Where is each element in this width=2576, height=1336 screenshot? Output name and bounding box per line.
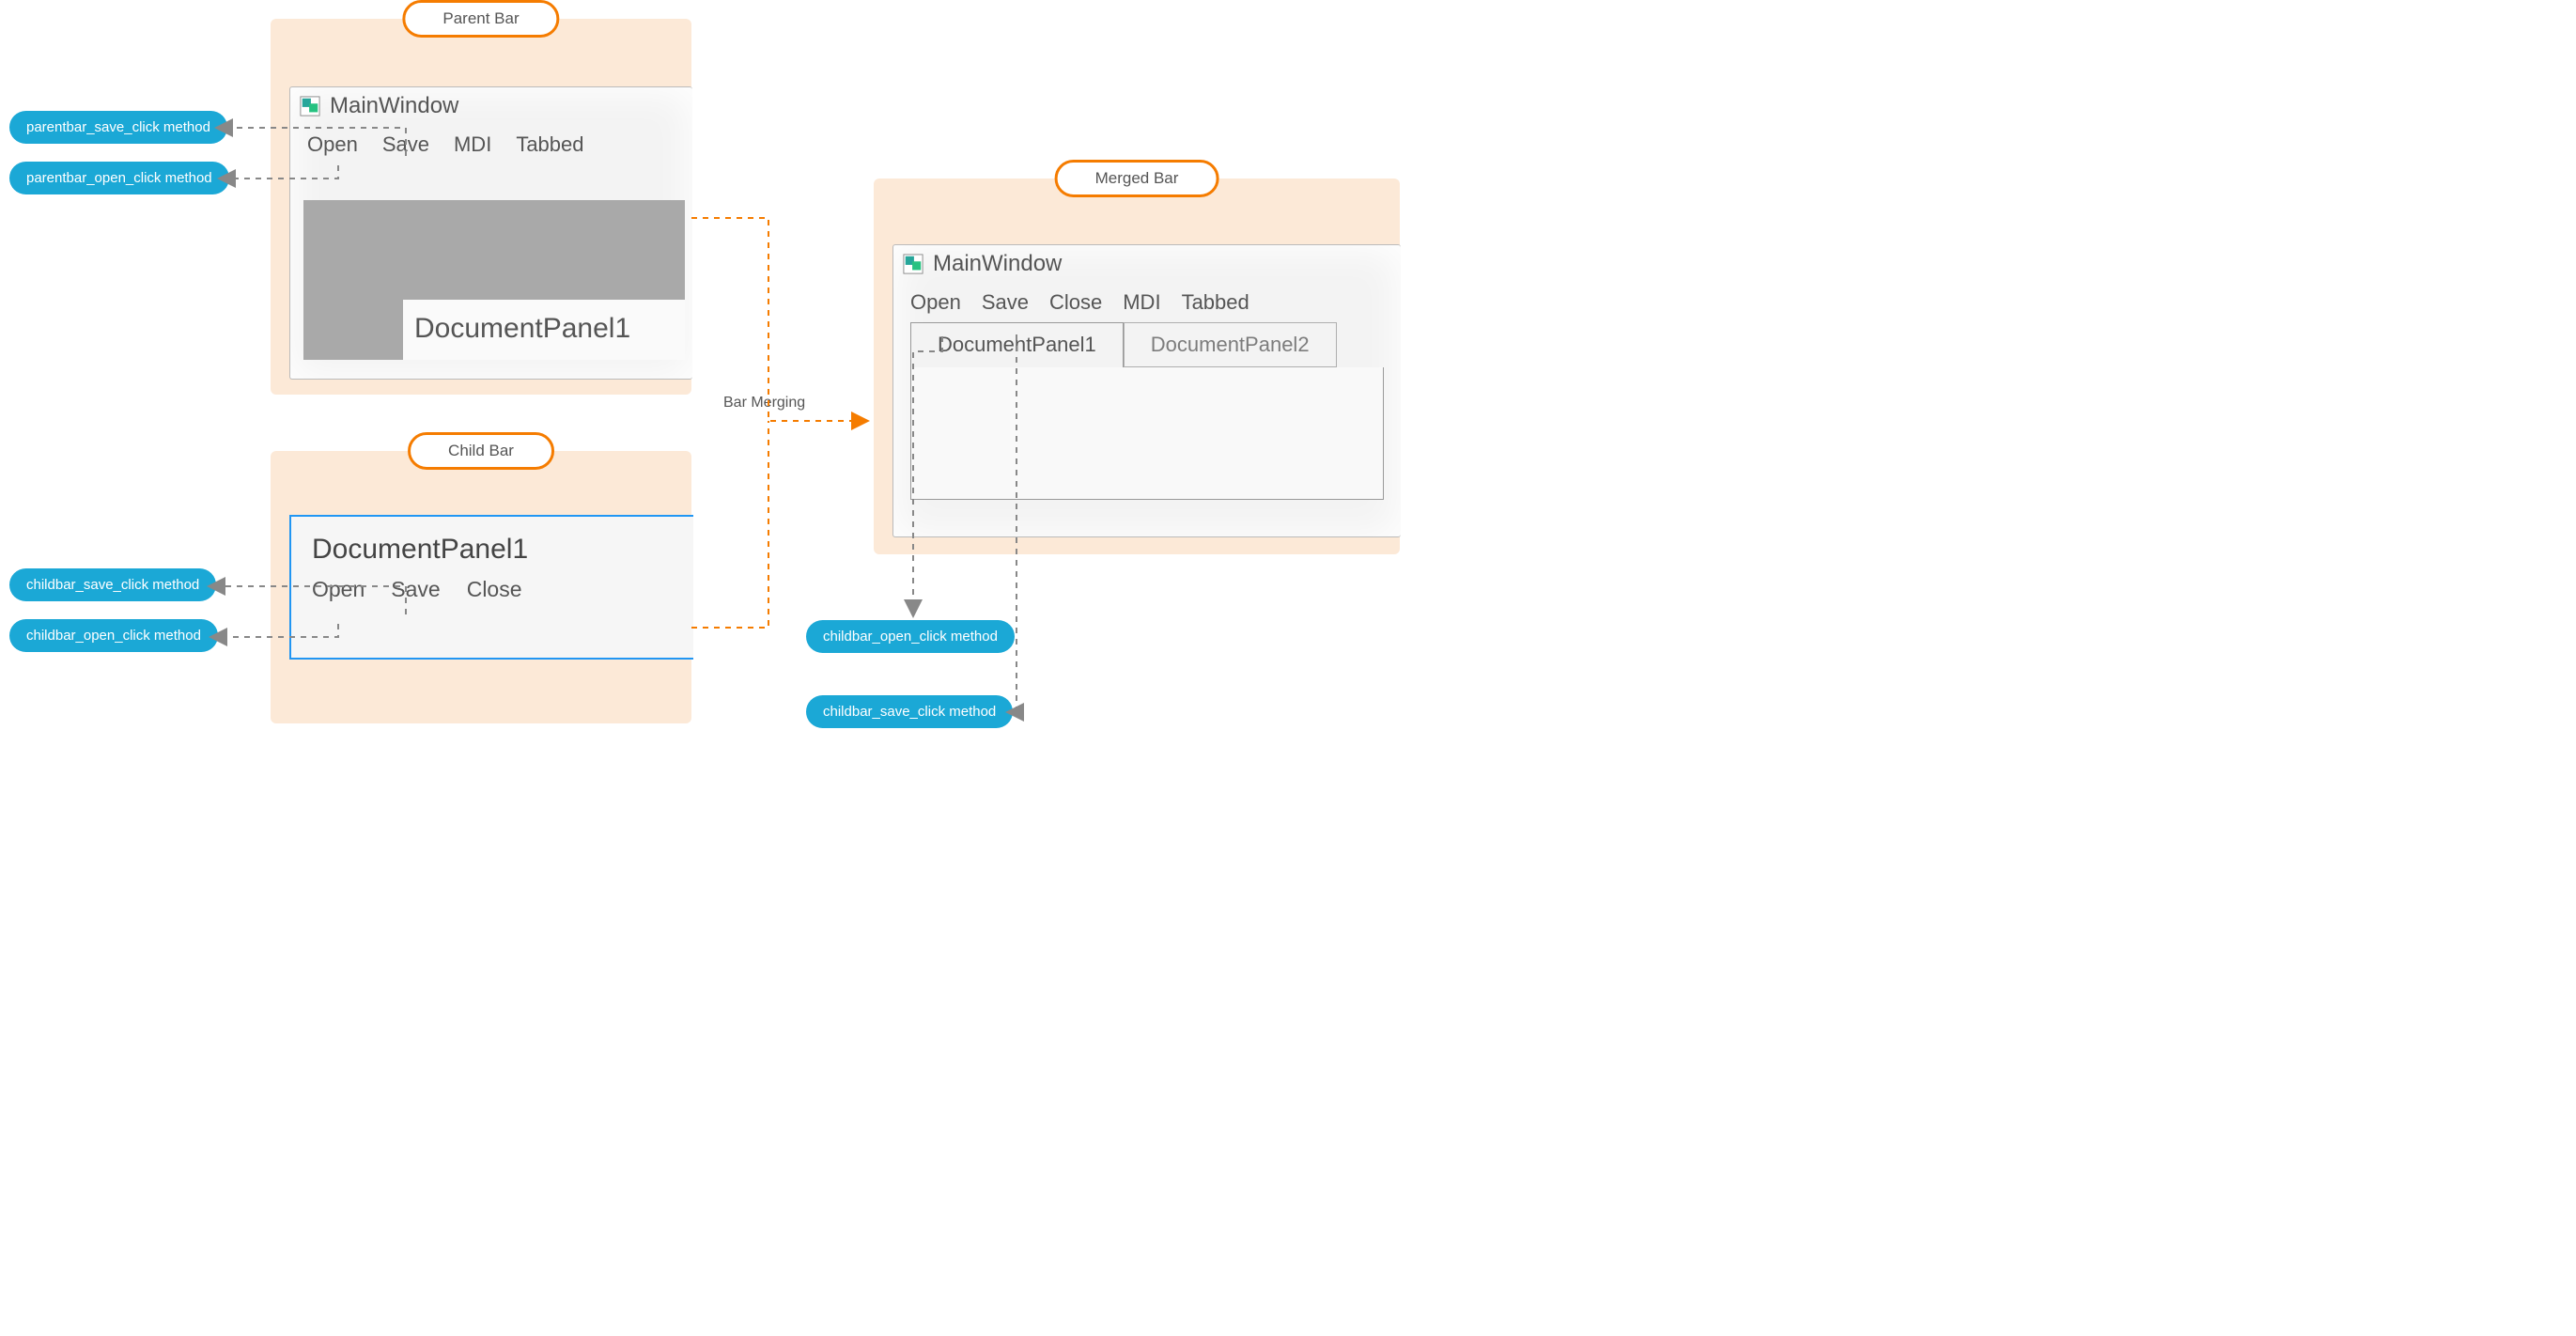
- window-icon: [903, 254, 923, 274]
- merged-menubar: Open Save Close MDI Tabbed: [893, 283, 1401, 322]
- child-menubar: Open Save Close: [291, 571, 693, 619]
- bar-merging-label: Bar Merging: [723, 395, 805, 412]
- merged-menu-tabbed[interactable]: Tabbed: [1182, 290, 1249, 315]
- parent-window: MainWindow Open Save MDI Tabbed Document…: [289, 86, 692, 380]
- tab-documentpanel1[interactable]: DocumentPanel1: [910, 322, 1124, 367]
- menu-item-save[interactable]: Save: [382, 132, 429, 157]
- merged-window-header: MainWindow: [893, 245, 1401, 283]
- menu-item-tabbed[interactable]: Tabbed: [516, 132, 583, 157]
- child-menu-close[interactable]: Close: [467, 577, 522, 602]
- merged-menu-close[interactable]: Close: [1049, 290, 1102, 315]
- pill-parentbar-save: parentbar_save_click method: [9, 111, 227, 144]
- merged-menu-open[interactable]: Open: [910, 290, 961, 315]
- pill-merged-childbar-save: childbar_save_click method: [806, 695, 1013, 728]
- card-parent-bar: Parent Bar MainWindow Open Save MDI Tabb…: [271, 19, 691, 395]
- child-menu-open[interactable]: Open: [312, 577, 365, 602]
- pill-merged-childbar-open: childbar_open_click method: [806, 620, 1015, 653]
- merged-content-area: [910, 367, 1384, 500]
- pill-childbar-save: childbar_save_click method: [9, 568, 216, 601]
- parent-document-label: DocumentPanel1: [403, 300, 685, 360]
- child-menu-save[interactable]: Save: [391, 577, 440, 602]
- merged-menu-mdi[interactable]: MDI: [1123, 290, 1160, 315]
- child-document-panel: DocumentPanel1 Open Save Close: [289, 515, 693, 660]
- diagram-canvas: Parent Bar MainWindow Open Save MDI Tabb…: [0, 0, 1428, 780]
- parent-mdi-area: DocumentPanel1: [303, 200, 685, 360]
- card-child-title: Child Bar: [408, 432, 554, 470]
- card-merged-bar: Merged Bar MainWindow Open Save Close MD…: [874, 179, 1400, 554]
- parent-window-title: MainWindow: [330, 93, 458, 119]
- child-doc-title: DocumentPanel1: [291, 517, 693, 571]
- merged-tabs: DocumentPanel1 DocumentPanel2: [893, 322, 1401, 367]
- merged-window-title: MainWindow: [933, 251, 1062, 277]
- card-parent-title: Parent Bar: [402, 0, 559, 38]
- parent-menubar: Open Save MDI Tabbed: [290, 125, 692, 164]
- tab-documentpanel2[interactable]: DocumentPanel2: [1124, 322, 1337, 367]
- card-merged-title: Merged Bar: [1055, 160, 1219, 197]
- merged-menu-save[interactable]: Save: [982, 290, 1029, 315]
- menu-item-open[interactable]: Open: [307, 132, 358, 157]
- merged-window: MainWindow Open Save Close MDI Tabbed Do…: [892, 244, 1401, 537]
- menu-item-mdi[interactable]: MDI: [454, 132, 491, 157]
- pill-parentbar-open: parentbar_open_click method: [9, 162, 229, 194]
- card-child-bar: Child Bar DocumentPanel1 Open Save Close: [271, 451, 691, 723]
- window-icon: [300, 96, 320, 117]
- pill-childbar-open: childbar_open_click method: [9, 619, 218, 652]
- parent-window-header: MainWindow: [290, 87, 692, 125]
